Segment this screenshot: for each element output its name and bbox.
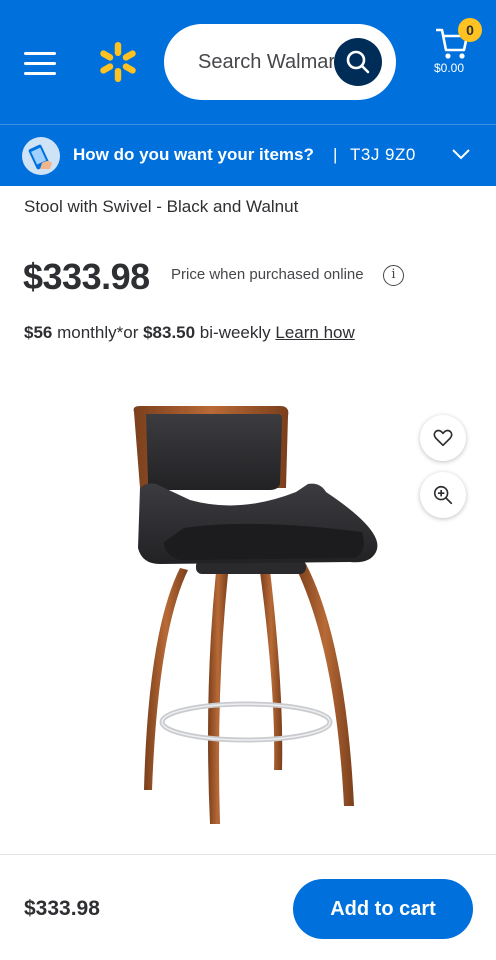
delivery-phone-icon xyxy=(22,137,60,175)
search-bar xyxy=(164,24,396,100)
info-icon[interactable]: i xyxy=(383,265,404,286)
cart-total: $0.00 xyxy=(434,61,465,75)
footer-price: $333.98 xyxy=(24,897,100,920)
hamburger-menu-line xyxy=(24,62,56,65)
hamburger-menu-icon xyxy=(24,52,56,55)
chevron-down-icon xyxy=(452,149,470,160)
cart-count-badge: 0 xyxy=(458,18,482,42)
zoom-in-icon xyxy=(433,485,453,505)
add-to-favorites-button[interactable] xyxy=(420,415,466,461)
price-note: Price when purchased online xyxy=(171,266,364,283)
search-icon xyxy=(346,50,370,74)
product-image[interactable] xyxy=(100,392,400,832)
walmart-spark-icon[interactable] xyxy=(96,40,140,84)
top-header: 0 $0.00 xyxy=(0,0,496,124)
hamburger-menu-line xyxy=(24,72,56,75)
menu-button[interactable] xyxy=(24,52,58,76)
search-button[interactable] xyxy=(334,38,382,86)
fulfillment-separator: | xyxy=(333,145,338,164)
fulfillment-question: How do you want your items? xyxy=(73,145,314,164)
monthly-amount: $56 xyxy=(24,323,53,342)
monthly-text: monthly*or xyxy=(52,323,144,342)
product-title: Stool with Swivel - Black and Walnut xyxy=(24,197,299,216)
learn-how-link[interactable]: Learn how xyxy=(275,323,354,342)
heart-icon xyxy=(433,429,453,447)
zoom-image-button[interactable] xyxy=(420,472,466,518)
sticky-footer: $333.98 Add to cart xyxy=(0,854,496,960)
search-input[interactable] xyxy=(198,46,334,78)
add-to-cart-button[interactable]: Add to cart xyxy=(293,879,473,939)
biweekly-text: bi-weekly xyxy=(195,323,276,342)
biweekly-amount: $83.50 xyxy=(143,323,196,342)
fulfillment-selector[interactable]: How do you want your items? | T3J 9Z0 xyxy=(0,124,496,186)
product-price: $333.98 xyxy=(23,256,150,297)
cart-button[interactable]: 0 $0.00 xyxy=(432,18,482,80)
installment-info: $56 monthly*or $83.50 bi-weekly Learn ho… xyxy=(24,323,355,343)
postal-code: T3J 9Z0 xyxy=(350,145,416,164)
